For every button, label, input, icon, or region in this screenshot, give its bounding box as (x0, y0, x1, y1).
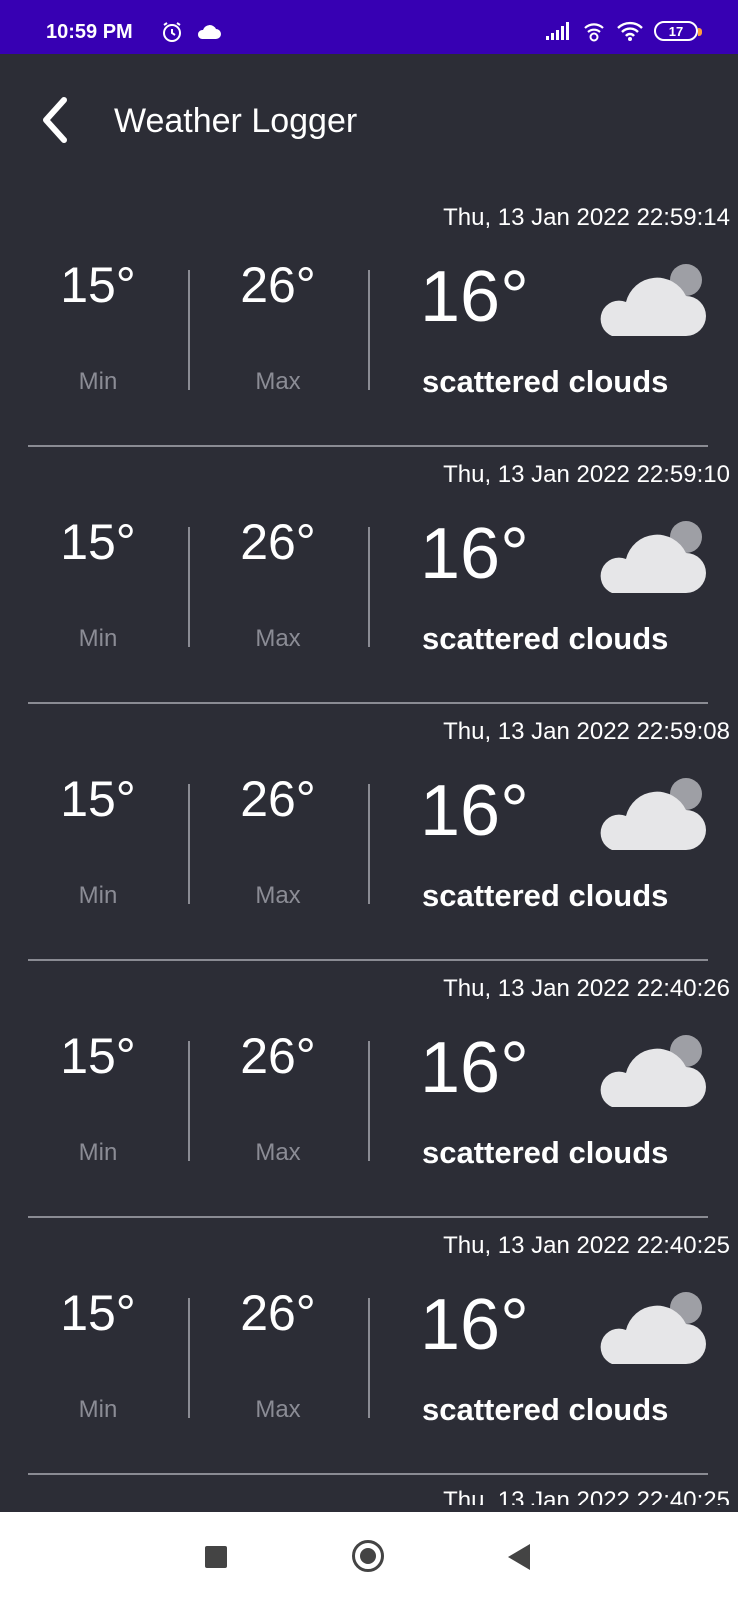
min-label: Min (78, 1396, 118, 1423)
chevron-left-icon (43, 97, 67, 143)
status-right-icons: 17 (546, 20, 702, 42)
min-label: Min (78, 625, 118, 652)
system-nav-bar (0, 1512, 738, 1600)
max-temp-value: 26° (240, 771, 316, 827)
divider (188, 1041, 190, 1161)
divider (368, 784, 370, 904)
min-temp-value: 15° (60, 514, 136, 570)
recents-icon[interactable] (205, 1546, 227, 1568)
home-icon[interactable] (352, 1540, 384, 1572)
list-item[interactable]: Thu, 13 Jan 2022 22:59:10 15° 26° Min Ma… (0, 447, 738, 704)
signal-icon (546, 22, 569, 40)
weather-condition: scattered clouds (422, 878, 669, 913)
min-temp-value: 15° (60, 1285, 136, 1341)
max-temp-value: 26° (240, 257, 316, 313)
back-icon[interactable] (508, 1544, 530, 1570)
current-temp: 16° (420, 771, 529, 851)
entry-timestamp: Thu, 13 Jan 2022 22:40:25 (443, 1487, 730, 1505)
weather-log-list[interactable]: Thu, 13 Jan 2022 22:59:14 15° 26° Min Ma… (0, 190, 738, 1505)
divider (188, 270, 190, 390)
max-label: Max (255, 368, 301, 395)
hotspot-icon (584, 23, 604, 42)
list-item-partial[interactable]: Thu, 13 Jan 2022 22:40:25 (0, 1475, 738, 1505)
divider (188, 527, 190, 647)
weather-condition: scattered clouds (422, 364, 669, 399)
min-label: Min (78, 1139, 118, 1166)
page-title: Weather Logger (114, 102, 358, 140)
divider (188, 784, 190, 904)
max-label: Max (255, 882, 301, 909)
entry-timestamp: Thu, 13 Jan 2022 22:40:25 (443, 1232, 730, 1259)
list-item[interactable]: Thu, 13 Jan 2022 22:40:26 15° 26° Min Ma… (0, 961, 738, 1218)
alarm-icon (163, 22, 181, 42)
weather-condition: scattered clouds (422, 1392, 669, 1427)
max-label: Max (255, 1396, 301, 1423)
back-button[interactable] (36, 92, 76, 148)
list-item[interactable]: Thu, 13 Jan 2022 22:59:08 15° 26° Min Ma… (0, 704, 738, 961)
current-temp: 16° (420, 1285, 529, 1365)
entry-timestamp: Thu, 13 Jan 2022 22:59:14 (443, 204, 730, 231)
partly-cloudy-icon (600, 264, 706, 336)
max-label: Max (255, 1139, 301, 1166)
entry-timestamp: Thu, 13 Jan 2022 22:59:10 (443, 461, 730, 488)
max-temp-value: 26° (240, 1028, 316, 1084)
current-temp: 16° (420, 257, 529, 337)
divider (368, 527, 370, 647)
partly-cloudy-icon (600, 1035, 706, 1107)
status-left-icons (160, 20, 222, 44)
max-label: Max (255, 625, 301, 652)
partly-cloudy-icon (600, 778, 706, 850)
entry-timestamp: Thu, 13 Jan 2022 22:40:26 (443, 975, 730, 1002)
status-bar: 10:59 PM 17 (0, 0, 738, 54)
app-bar: Weather Logger (0, 54, 738, 190)
divider (368, 1298, 370, 1418)
max-temp-value: 26° (240, 514, 316, 570)
min-temp-value: 15° (60, 257, 136, 313)
weather-condition: scattered clouds (422, 1135, 669, 1170)
min-temp-value: 15° (60, 1028, 136, 1084)
current-temp: 16° (420, 514, 529, 594)
battery-level: 17 (668, 23, 684, 39)
cloud-icon (197, 25, 221, 39)
current-temp: 16° (420, 1028, 529, 1108)
min-temp-value: 15° (60, 771, 136, 827)
partly-cloudy-icon (600, 521, 706, 593)
list-item[interactable]: Thu, 13 Jan 2022 22:40:25 15° 26° Min Ma… (0, 1218, 738, 1475)
entry-timestamp: Thu, 13 Jan 2022 22:59:08 (443, 718, 730, 745)
partly-cloudy-icon (600, 1292, 706, 1364)
battery-icon: 17 (654, 21, 702, 41)
min-label: Min (78, 882, 118, 909)
divider (188, 1298, 190, 1418)
max-temp-value: 26° (240, 1285, 316, 1341)
wifi-icon (617, 21, 643, 41)
status-time: 10:59 PM (46, 21, 133, 43)
min-label: Min (78, 368, 118, 395)
divider (368, 270, 370, 390)
weather-condition: scattered clouds (422, 621, 669, 656)
divider (368, 1041, 370, 1161)
list-item[interactable]: Thu, 13 Jan 2022 22:59:14 15° 26° Min Ma… (0, 190, 738, 447)
